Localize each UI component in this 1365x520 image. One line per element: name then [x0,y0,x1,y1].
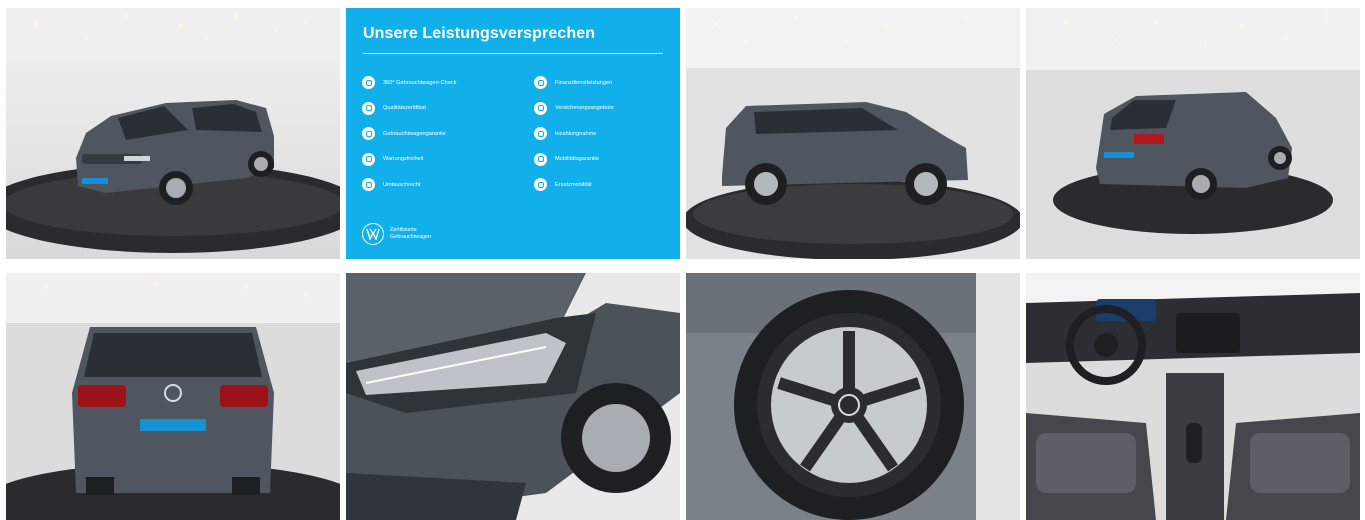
finance-icon [534,76,547,89]
mobility-icon [534,152,547,166]
wheel-detail-image [686,273,1020,520]
showroom-front-image [6,8,340,259]
shield-icon [362,127,375,141]
promise-item: Ersatzmobilität [534,178,614,192]
certified-used-cars-badge: Zertifizierte Gebrauchtwagen [362,223,431,245]
showroom-side-image [686,8,1020,259]
promise-item: Gebrauchtwagengarantie [362,127,456,141]
promise-item: Finanzdienstleistungen [534,76,614,89]
wrench-icon [362,152,375,166]
headlight-detail-image [346,273,680,520]
photo-rear[interactable] [6,273,340,520]
photo-interior-dashboard[interactable] [1026,273,1360,520]
promise-item: Wartungsfreiheit [362,152,456,166]
promise-item: Umtauschrecht [362,178,456,192]
promise-item: Inzahlungnahme [534,127,614,141]
interior-dashboard-image [1026,273,1360,520]
check-icon [362,76,375,89]
certificate-icon [362,101,375,115]
promise-title: Unsere Leistungsversprechen [363,25,596,42]
trade-in-icon [534,127,547,141]
cert-line-2: Gebrauchtwagen [390,234,432,240]
photo-rear-three-quarter[interactable] [1026,8,1360,259]
insurance-icon [534,101,547,115]
photo-side-profile[interactable] [686,8,1020,259]
promise-list-left: 360° Gebrauchtwagen-Check Qualitätszerti… [362,76,456,204]
promise-list-right: Finanzdienstleistungen Versicherungsange… [534,76,614,204]
title-divider [363,53,663,54]
photo-wheel-detail[interactable] [686,273,1020,520]
promise-item: Mobilitätsgarantie [534,152,614,166]
showroom-rear-quarter-image [1026,8,1360,259]
swap-icon [362,178,375,192]
promise-item: 360° Gebrauchtwagen-Check [362,76,456,89]
vehicle-photo-gallery: Unsere Leistungsversprechen 360° Gebrauc… [0,0,1365,520]
promise-item: Qualitätszertifikat [362,101,456,115]
cert-line-1: Zertifizierte [390,227,417,234]
photo-headlight-detail[interactable] [346,273,680,520]
replacement-car-icon [534,178,547,192]
vw-logo-icon [362,223,384,245]
photo-front-three-quarter[interactable] [6,8,340,259]
showroom-rear-image [6,273,340,520]
service-promise-panel[interactable]: Unsere Leistungsversprechen 360° Gebrauc… [346,8,680,259]
promise-item: Versicherungsangebote [534,101,614,115]
